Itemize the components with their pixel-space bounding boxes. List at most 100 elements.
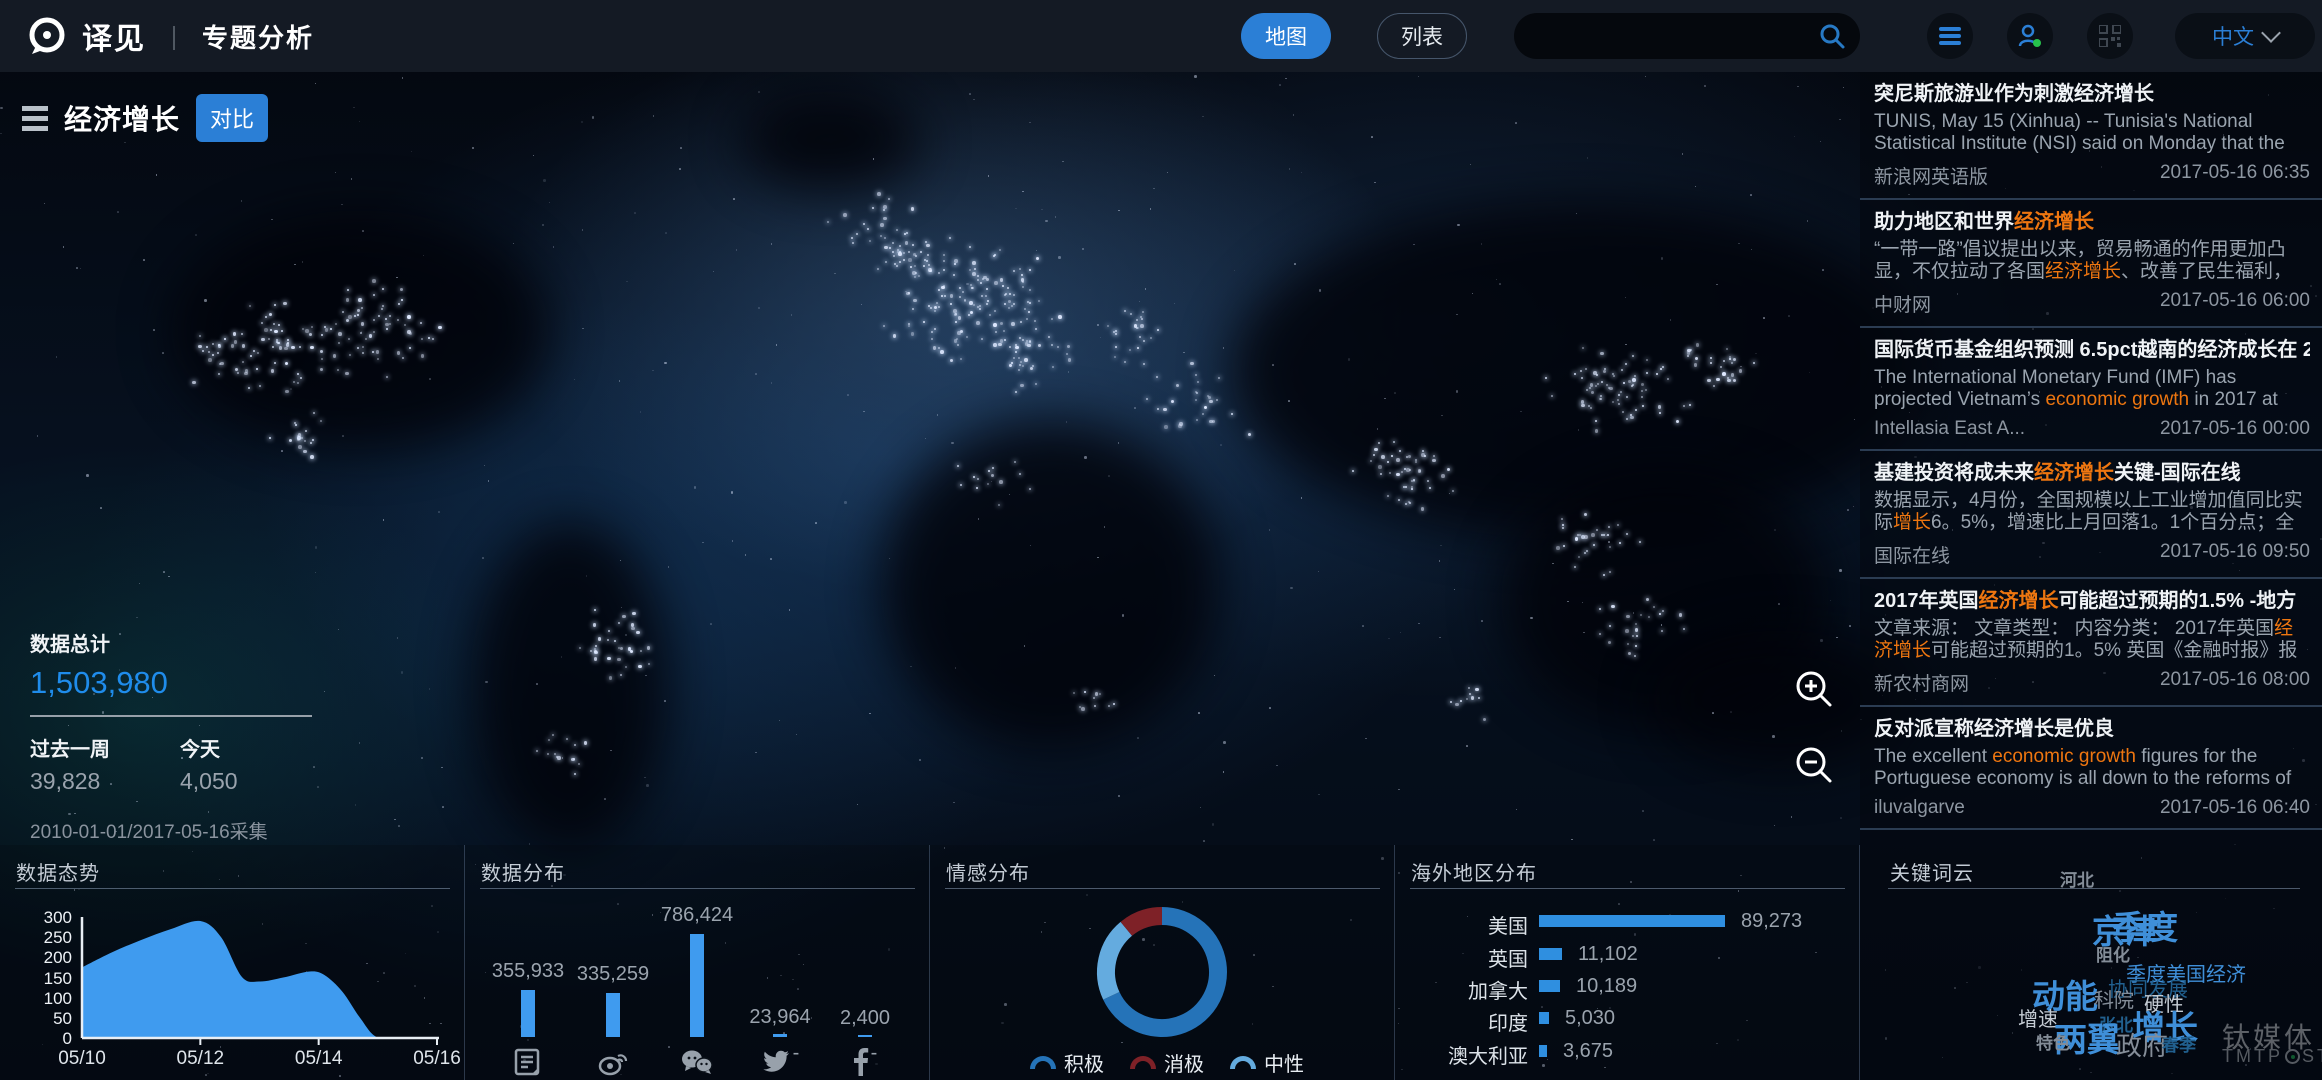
zoom-in-icon[interactable] bbox=[1793, 668, 1835, 710]
keyword-增速[interactable]: 增速 bbox=[2018, 1010, 2058, 1030]
topic-menu-icon[interactable] bbox=[22, 106, 48, 131]
city-light bbox=[1642, 405, 1644, 407]
star bbox=[1394, 392, 1396, 394]
city-light bbox=[614, 640, 616, 642]
city-light bbox=[607, 639, 609, 641]
sentiment-donut-chart bbox=[1087, 897, 1237, 1047]
city-light bbox=[1084, 691, 1086, 693]
city-light bbox=[1052, 366, 1054, 368]
city-light bbox=[372, 351, 374, 353]
city-light bbox=[851, 237, 853, 239]
city-light bbox=[1405, 486, 1407, 488]
star bbox=[1139, 301, 1141, 303]
star bbox=[1716, 284, 1718, 286]
qr-code-icon[interactable] bbox=[2087, 13, 2133, 59]
map-view-button[interactable]: 地图 bbox=[1241, 13, 1331, 59]
star bbox=[758, 307, 761, 310]
city-light bbox=[1093, 697, 1095, 699]
region-value: 3,675 bbox=[1563, 1040, 1613, 1063]
news-item[interactable]: 突尼斯旅游业作为刺激经济增长TUNIS, May 15 (Xinhua) -- … bbox=[1860, 72, 2322, 200]
city-light bbox=[1660, 368, 1662, 370]
city-light bbox=[1073, 692, 1075, 694]
city-light bbox=[648, 663, 650, 665]
city-light bbox=[261, 322, 263, 324]
keyword-季度[interactable]: 季度 bbox=[2112, 911, 2178, 944]
search-box[interactable] bbox=[1514, 13, 1860, 59]
city-light bbox=[348, 315, 352, 319]
twitter-icon: - bbox=[760, 1048, 800, 1078]
city-light bbox=[342, 311, 344, 313]
keyword-阻化[interactable]: 阻化 bbox=[2096, 947, 2130, 964]
news-item[interactable]: 反对派宣称经济增长是优良The excellent economic growt… bbox=[1860, 707, 2322, 830]
text-segment: 可能超过预期的1。5% 英国《金融时报》报道，英国 bbox=[1874, 640, 2297, 662]
news-item[interactable]: 国际货币基金组织预测 6.5pct越南的经济成长在 2017The Intern… bbox=[1860, 328, 2322, 451]
keyword-河北[interactable]: 河北 bbox=[2060, 872, 2094, 889]
region-bar bbox=[1539, 980, 1560, 992]
city-light bbox=[1216, 399, 1218, 401]
city-light bbox=[242, 344, 246, 348]
city-light bbox=[962, 291, 964, 293]
star bbox=[271, 219, 273, 221]
list-view-button[interactable]: 列表 bbox=[1377, 13, 1467, 59]
star bbox=[1348, 358, 1351, 361]
news-timestamp: 2017-05-16 00:00 bbox=[2160, 418, 2310, 440]
news-source: 新浪网英语版 bbox=[1874, 162, 1988, 189]
star bbox=[1365, 738, 1367, 740]
city-light bbox=[208, 351, 210, 353]
city-light bbox=[1597, 383, 1599, 385]
menu-icon[interactable] bbox=[1927, 13, 1973, 59]
city-light bbox=[930, 307, 932, 309]
region-label: 印度 bbox=[1398, 1007, 1528, 1036]
user-icon[interactable] bbox=[2007, 13, 2053, 59]
star bbox=[1820, 141, 1822, 143]
city-light bbox=[957, 344, 959, 346]
city-light bbox=[959, 287, 961, 289]
city-light bbox=[964, 299, 966, 301]
star bbox=[1839, 569, 1842, 572]
city-light bbox=[1020, 361, 1022, 363]
city-light bbox=[1679, 613, 1683, 617]
compare-button[interactable]: 对比 bbox=[196, 94, 268, 142]
city-light bbox=[242, 361, 244, 363]
city-light bbox=[1197, 381, 1199, 383]
panel-data-distribution: 数据分布 355,933335,259786,42423,964-2,400- bbox=[465, 845, 930, 1080]
news-item[interactable]: 助力地区和世界经济增长“一带一路”倡议提出以来，贸易畅通的作用更加凸显，不仅拉动… bbox=[1860, 200, 2322, 328]
city-light bbox=[407, 315, 411, 319]
language-selector[interactable]: 中文 bbox=[2175, 13, 2315, 59]
y-axis-tick: 250 bbox=[28, 928, 72, 948]
city-light bbox=[959, 296, 961, 298]
city-light bbox=[1591, 533, 1595, 537]
keyword-科院[interactable]: 科院 bbox=[2094, 991, 2134, 1011]
star bbox=[1653, 839, 1655, 841]
star bbox=[582, 229, 584, 231]
zoom-out-icon[interactable] bbox=[1793, 744, 1835, 786]
city-light bbox=[1578, 556, 1580, 558]
keyword-政府[interactable]: 政府 bbox=[2116, 1033, 2168, 1059]
star bbox=[1454, 589, 1456, 591]
city-light bbox=[1034, 320, 1036, 322]
city-light bbox=[1380, 473, 1382, 475]
star bbox=[1682, 153, 1684, 155]
city-light bbox=[1013, 270, 1015, 272]
keyword-特色[interactable]: 特色 bbox=[2036, 1035, 2070, 1052]
city-light bbox=[988, 470, 990, 472]
city-light bbox=[311, 326, 313, 328]
search-icon[interactable] bbox=[1818, 22, 1846, 50]
city-light bbox=[1028, 311, 1030, 313]
star bbox=[1457, 224, 1460, 227]
star bbox=[401, 671, 404, 674]
keyword-春季[interactable]: 春季 bbox=[2162, 1037, 2196, 1054]
city-light bbox=[1143, 363, 1145, 365]
star bbox=[745, 554, 747, 556]
star bbox=[302, 261, 304, 263]
city-light bbox=[609, 676, 613, 680]
news-item[interactable]: 基建投资将成未来经济增长关键-国际在线数据显示，4月份，全国规模以上工业增加值同… bbox=[1860, 451, 2322, 579]
search-input[interactable] bbox=[1514, 25, 1818, 48]
star bbox=[153, 329, 155, 331]
city-light bbox=[325, 328, 329, 332]
city-light bbox=[268, 338, 270, 340]
city-light bbox=[1374, 448, 1378, 452]
news-item[interactable]: 2017年英国经济增长可能超过预期的1.5% -地方文章来源： 文章类型： 内容… bbox=[1860, 579, 2322, 707]
news-footer: 国际在线2017-05-16 09:50 bbox=[1874, 541, 2310, 568]
star bbox=[168, 576, 170, 578]
